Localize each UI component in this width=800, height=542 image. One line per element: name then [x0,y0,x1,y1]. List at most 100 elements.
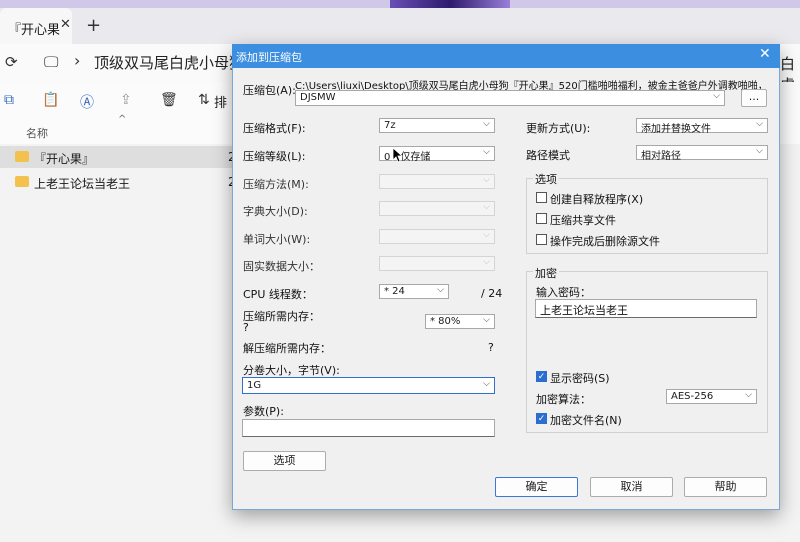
chevron-down-icon[interactable]: ⌵ [437,285,444,295]
mem-select[interactable]: * 80% ⌵ [425,314,495,329]
encrypt-names-checkbox[interactable]: ✓ [536,413,547,424]
show-password-checkbox[interactable]: ✓ [536,371,547,382]
chevron-down-icon: ⌵ [483,175,490,185]
chevron-down-icon[interactable]: ⌵ [483,315,490,325]
file-name: 上老王论坛当老王 [34,177,131,191]
mem-label: 压缩所需内存： [243,310,320,323]
update-label: 更新方式(U): [526,122,591,135]
mem-value: * 80% [430,316,461,327]
chevron-down-icon[interactable]: ⌵ [745,390,752,400]
mouse-cursor-icon [392,147,404,163]
delete-icon[interactable]: 🗑 [160,92,178,108]
pathmode-select[interactable]: 相对路径 ⌵ [636,145,768,162]
cpu-value: * 24 [384,286,405,297]
show-password-label[interactable]: 显示密码(S) [550,370,610,386]
params-input[interactable] [242,419,495,437]
sort-label[interactable]: 排 [214,92,227,111]
cpu-select[interactable]: * 24 ⌵ [379,284,449,299]
dialog-title: 添加到压缩包 [236,51,302,64]
delete-label[interactable]: 操作完成后删除源文件 [550,233,660,249]
wallpaper-strip [0,0,800,8]
decomp-unknown: ? [488,341,494,354]
sort-caret-icon: ^ [118,114,127,125]
chevron-down-icon[interactable]: ⌵ [483,379,490,389]
chevron-down-icon[interactable]: ⌵ [756,119,763,129]
browse-button[interactable]: ... [741,89,767,107]
dialog-titlebar[interactable] [232,44,780,68]
options-group-title: 选项 [533,171,559,187]
dict-select[interactable]: ⌵ [379,201,495,216]
word-label: 单词大小(W): [243,233,311,246]
ok-button[interactable]: 确定 [495,477,578,497]
shared-label[interactable]: 压缩共享文件 [550,212,616,228]
chevron-down-icon[interactable]: ⌵ [756,146,763,156]
chevron-down-icon[interactable]: ⌵ [713,91,720,101]
sfx-checkbox[interactable] [536,192,547,203]
computer-icon[interactable]: 🖵 [44,53,58,71]
pathmode-label: 路径模式 [526,149,570,162]
solid-select[interactable]: ⌵ [379,256,495,271]
folder-icon [15,176,29,187]
sort-icon[interactable]: ⇅ [198,92,210,108]
tab-close-icon[interactable]: ✕ [60,17,71,32]
archive-label: 压缩包(A): [243,84,296,97]
delete-checkbox[interactable] [536,234,547,245]
refresh-icon[interactable]: ⟳ [5,53,18,71]
archive-name-value: DJSMW [300,92,336,103]
cpu-total: / 24 [481,287,503,300]
list-item[interactable]: 『开心果』 2 [0,146,236,168]
new-tab-icon[interactable]: + [86,15,101,36]
list-item[interactable]: 上老王论坛当老王 2 [0,171,236,193]
file-name: 『开心果』 [34,152,95,166]
cpu-label: CPU 线程数： [243,288,313,301]
level-label: 压缩等级(L): [243,150,306,163]
chevron-down-icon: ⌵ [483,230,490,240]
help-button[interactable]: 帮助 [684,477,767,497]
sfx-label[interactable]: 创建自释放程序(X) [550,191,643,207]
chevron-down-icon: ⌵ [483,257,490,267]
level-value: 0 - 仅存储 [384,152,431,163]
rename-icon[interactable]: Ⓐ [80,92,94,112]
word-select[interactable]: ⌵ [379,229,495,244]
algo-value: AES-256 [671,391,714,402]
format-select[interactable]: 7z ⌵ [379,118,495,133]
tab-title[interactable]: 『开心果 [8,19,60,38]
decomp-label: 解压缩所需内存： [243,342,331,355]
algo-label: 加密算法： [536,393,591,406]
chevron-down-icon: ⌵ [483,202,490,212]
chevron-down-icon[interactable]: ⌵ [483,119,490,129]
password-input[interactable]: 上老王论坛当老王 [535,299,757,318]
solid-label: 固实数据大小： [243,260,320,273]
format-label: 压缩格式(F): [243,122,306,135]
params-label: 参数(P): [243,405,284,418]
method-select[interactable]: ⌵ [379,174,495,189]
encryption-group-title: 加密 [533,265,559,281]
share-icon[interactable]: ⇪ [120,92,132,108]
algo-select[interactable]: AES-256 ⌵ [666,389,757,404]
mem-unknown: ? [243,321,249,334]
wallpaper-art [390,0,510,8]
method-label: 压缩方法(M): [243,178,309,191]
volume-value: 1G [247,380,262,391]
chevron-down-icon[interactable]: ⌵ [483,147,490,157]
encrypt-names-label[interactable]: 加密文件名(N) [550,412,622,428]
copy-icon[interactable]: ⧉ [4,92,14,108]
pathmode-value: 相对路径 [641,151,681,162]
password-value: 上老王论坛当老王 [540,304,628,317]
shared-checkbox[interactable] [536,213,547,224]
volume-combo[interactable]: 1G ⌵ [242,377,495,394]
password-label: 输入密码： [536,286,591,299]
close-icon[interactable]: ✕ [759,46,771,62]
archive-name-combo[interactable]: DJSMW ⌵ [295,90,725,106]
dict-label: 字典大小(D): [243,205,308,218]
format-value: 7z [384,120,396,131]
column-name[interactable]: 名称 [26,125,48,141]
options-button[interactable]: 选项 [243,451,326,471]
cancel-button[interactable]: 取消 [590,477,673,497]
paste-icon[interactable]: 📋 [42,92,59,108]
update-value: 添加并替换文件 [641,124,711,135]
chevron-right-icon: › [74,51,81,70]
volume-label: 分卷大小，字节(V): [243,364,340,377]
tab-bar [0,8,800,44]
update-select[interactable]: 添加并替换文件 ⌵ [636,118,768,135]
